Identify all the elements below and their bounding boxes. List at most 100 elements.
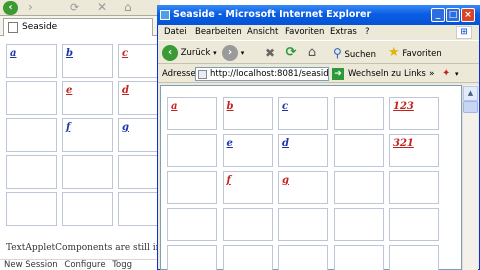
ie-grid-cell [333, 208, 384, 241]
ie-grid-cell [167, 245, 217, 270]
ie-grid-cell[interactable]: e [222, 134, 273, 167]
background-grid-cell [6, 81, 57, 115]
scroll-up-arrow-icon[interactable]: ▲ [463, 86, 478, 101]
background-grid-cell-link[interactable]: d [122, 85, 129, 96]
scroll-thumb[interactable] [463, 101, 478, 113]
ie-toolbar: ‹ Zurück ▾ › ▾ ✖ ⟳ ⌂ ⚲ Suchen ★ Favorite… [158, 40, 479, 64]
search-button[interactable]: ⚲ Suchen [333, 44, 376, 62]
ie-grid-cell [167, 134, 217, 167]
ie-grid-cell [167, 208, 217, 241]
page-icon [198, 70, 207, 79]
refresh-icon[interactable]: ⟳ [283, 44, 299, 62]
ie-grid-cell-link[interactable]: d [282, 138, 289, 149]
ie-app-icon [160, 10, 170, 20]
favorites-button[interactable]: ★ Favoriten [388, 44, 442, 62]
page-icon [8, 22, 18, 33]
background-footer-links: New Session Configure Togg [0, 259, 160, 270]
back-arrow-icon[interactable]: ‹ [3, 1, 18, 15]
background-grid-cell[interactable]: a [6, 44, 57, 78]
ie-grid-cell[interactable]: 123 [389, 97, 439, 130]
menu-favoriten[interactable]: Favoriten [285, 25, 324, 40]
background-status-text: TextAppletComponents are still in [6, 243, 160, 253]
ie-grid-cell[interactable]: c [278, 97, 328, 130]
go-arrow-icon[interactable]: ➜ [332, 68, 344, 80]
background-grid-cell-link[interactable]: a [10, 48, 16, 59]
star-icon: ★ [388, 45, 400, 60]
address-url: http://localhost:8081/seaside [210, 69, 329, 79]
ie-grid-cell [333, 134, 384, 167]
extension-icon[interactable]: ✦ [442, 65, 450, 83]
ie-grid-cell-link[interactable]: g [282, 175, 289, 186]
close-icon[interactable]: × [461, 8, 475, 22]
background-tab[interactable]: Seaside [3, 18, 153, 36]
ie-grid-cell [222, 208, 273, 241]
ie-grid-cell [278, 208, 328, 241]
forward-button[interactable]: › ▾ [222, 44, 244, 62]
chevron-right-icon[interactable]: » [429, 65, 435, 83]
ie-grid-cell[interactable]: a [167, 97, 217, 130]
stop-icon[interactable]: ✕ [97, 0, 107, 15]
background-grid-cell [6, 118, 57, 152]
back-button[interactable]: ‹ Zurück ▾ [162, 44, 217, 62]
ie-grid-cell [389, 245, 439, 270]
address-input[interactable]: http://localhost:8081/seaside [195, 67, 329, 81]
background-grid-cell [62, 192, 113, 226]
search-icon: ⚲ [333, 46, 342, 60]
search-label: Suchen [344, 50, 376, 60]
chevron-down-icon[interactable]: ▾ [455, 65, 459, 83]
forward-arrow-icon[interactable]: › [28, 0, 33, 15]
background-grid-cell [62, 155, 113, 189]
menu-extras[interactable]: Extras [330, 25, 357, 40]
background-grid-cell-link[interactable]: e [66, 85, 72, 96]
menu-help[interactable]: ? [365, 25, 370, 40]
background-grid-cell-link[interactable]: c [122, 48, 128, 59]
ie-grid-cell[interactable]: d [278, 134, 328, 167]
go-button[interactable]: Wechseln zu [348, 65, 401, 83]
ie-menu-bar: Datei Bearbeiten Ansicht Favoriten Extra… [158, 25, 479, 40]
ie-grid-cell [333, 171, 384, 204]
ie-grid-cell-link[interactable]: e [227, 138, 233, 149]
menu-datei[interactable]: Datei [164, 25, 187, 40]
ie-grid-cell [389, 208, 439, 241]
reload-icon[interactable]: ⟳ [70, 0, 79, 15]
ie-grid-cell [389, 171, 439, 204]
background-grid-cell [6, 155, 57, 189]
ie-grid-cell[interactable]: g [278, 171, 328, 204]
ie-grid-cell-link[interactable]: b [227, 101, 234, 112]
ie-grid-cell[interactable]: b [222, 97, 273, 130]
links-label[interactable]: Links [404, 65, 426, 83]
background-grid-cell-link[interactable]: g [122, 122, 129, 133]
home-icon[interactable]: ⌂ [124, 0, 132, 15]
background-grid-cell[interactable]: e [62, 81, 113, 115]
background-grid-cell-link[interactable]: f [66, 122, 70, 133]
ie-grid-cell-link[interactable]: a [171, 101, 177, 112]
ie-grid-cell [333, 97, 384, 130]
menu-bearbeiten[interactable]: Bearbeiten [195, 25, 242, 40]
ie-grid-cell-link[interactable]: f [227, 175, 231, 186]
minimize-icon[interactable]: _ [431, 8, 445, 22]
back-arrow-icon: ‹ [162, 44, 178, 61]
favorites-label: Favoriten [402, 49, 442, 59]
ie-grid-cell[interactable]: 321 [389, 134, 439, 167]
background-toolbar: ‹ › ⟳ ✕ ⌂ [0, 0, 160, 16]
background-grid-cell[interactable]: b [62, 44, 113, 78]
ie-grid-cell[interactable]: f [222, 171, 273, 204]
ie-grid-cell-link[interactable]: 321 [393, 138, 414, 149]
ie-grid-cell-link[interactable]: 123 [393, 101, 414, 112]
ie-grid-cell [333, 245, 384, 270]
new-session-link[interactable]: New Session [4, 260, 58, 270]
maximize-icon[interactable]: □ [446, 8, 460, 22]
ie-address-bar: Adresse http://localhost:8081/seaside ➜ … [158, 65, 479, 83]
configure-link[interactable]: Configure [64, 260, 105, 270]
background-grid-cell[interactable]: f [62, 118, 113, 152]
ie-grid-cell-link[interactable]: c [282, 101, 288, 112]
background-grid-cell [6, 192, 57, 226]
ie-grid-cell [222, 245, 273, 270]
ie-title-bar[interactable]: Seaside - Microsoft Internet Explorer _ … [157, 5, 480, 25]
toggle-link[interactable]: Togg [112, 260, 132, 270]
address-label: Adresse [162, 69, 196, 79]
menu-ansicht[interactable]: Ansicht [247, 25, 278, 40]
stop-icon[interactable]: ✖ [262, 44, 278, 62]
background-grid-cell-link[interactable]: b [66, 48, 73, 59]
home-icon[interactable]: ⌂ [304, 44, 320, 62]
